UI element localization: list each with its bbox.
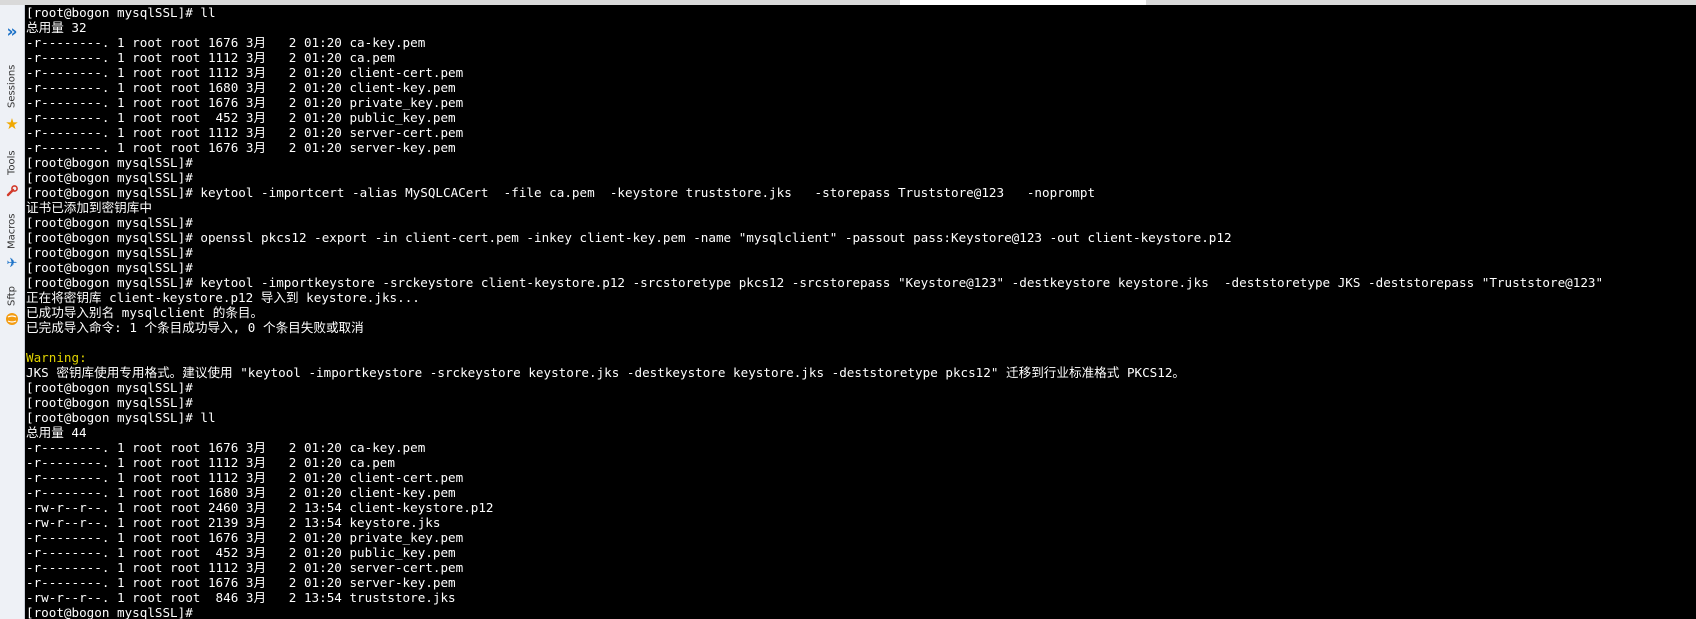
sftp-globe-icon[interactable] bbox=[0, 311, 24, 327]
side-panel: » Sessions ★ Tools Macros ✈ Sftp bbox=[0, 5, 25, 619]
prompt-line: [root@bogon mysqlSSL]# bbox=[26, 380, 193, 395]
prompt-line: [root@bogon mysqlSSL]# bbox=[26, 260, 193, 275]
output-line: -rw-r--r--. 1 root root 846 3月 2 13:54 t… bbox=[26, 590, 456, 605]
prompt-line: [root@bogon mysqlSSL]# ll bbox=[26, 5, 216, 20]
warning-line: Warning: bbox=[26, 350, 87, 365]
output-line: -r--------. 1 root root 1680 3月 2 01:20 … bbox=[26, 80, 456, 95]
output-line: 总用量 32 bbox=[26, 20, 87, 35]
output-line: -r--------. 1 root root 1112 3月 2 01:20 … bbox=[26, 560, 464, 575]
paper-plane-icon[interactable]: ✈ bbox=[0, 255, 24, 271]
tools-tab[interactable]: Tools bbox=[2, 145, 22, 181]
sftp-tab[interactable]: Sftp bbox=[2, 281, 22, 311]
output-line: 总用量 44 bbox=[26, 425, 87, 440]
output-line: -r--------. 1 root root 1112 3月 2 01:20 … bbox=[26, 50, 395, 65]
prompt-line: [root@bogon mysqlSSL]# openssl pkcs12 -e… bbox=[26, 230, 1232, 245]
output-line: 已完成导入命令: 1 个条目成功导入, 0 个条目失败或取消 bbox=[26, 320, 364, 335]
output-line: -r--------. 1 root root 1680 3月 2 01:20 … bbox=[26, 485, 456, 500]
prompt-line: [root@bogon mysqlSSL]# bbox=[26, 215, 193, 230]
prompt-line: [root@bogon mysqlSSL]# ll bbox=[26, 410, 216, 425]
output-line: -r--------. 1 root root 1676 3月 2 01:20 … bbox=[26, 35, 426, 50]
output-line: -r--------. 1 root root 1676 3月 2 01:20 … bbox=[26, 140, 456, 155]
output-line: 正在将密钥库 client-keystore.p12 导入到 keystore.… bbox=[26, 290, 420, 305]
terminal-output: [root@bogon mysqlSSL]# ll 总用量 32 -r-------… bbox=[26, 5, 1603, 619]
output-line: -r--------. 1 root root 452 3月 2 01:20 p… bbox=[26, 110, 456, 125]
output-line: -rw-r--r--. 1 root root 2460 3月 2 13:54 … bbox=[26, 500, 494, 515]
output-line: 证书已添加到密钥库中 bbox=[26, 200, 152, 215]
output-line: -r--------. 1 root root 1676 3月 2 01:20 … bbox=[26, 575, 456, 590]
output-line: -r--------. 1 root root 1112 3月 2 01:20 … bbox=[26, 455, 395, 470]
prompt-line: [root@bogon mysqlSSL]# bbox=[26, 395, 193, 410]
output-line: -rw-r--r--. 1 root root 2139 3月 2 13:54 … bbox=[26, 515, 441, 530]
output-line: -r--------. 1 root root 1676 3月 2 01:20 … bbox=[26, 440, 426, 455]
prompt-line: [root@bogon mysqlSSL]# bbox=[26, 605, 193, 619]
terminal-view[interactable]: [root@bogon mysqlSSL]# ll 总用量 32 -r-------… bbox=[25, 5, 1696, 619]
expand-panel-icon[interactable]: » bbox=[0, 21, 24, 43]
sessions-tab[interactable]: Sessions bbox=[2, 61, 22, 111]
prompt-line: [root@bogon mysqlSSL]# keytool -importce… bbox=[26, 185, 1096, 200]
output-line: -r--------. 1 root root 1676 3月 2 01:20 … bbox=[26, 95, 464, 110]
output-line: -r--------. 1 root root 1112 3月 2 01:20 … bbox=[26, 125, 464, 140]
output-line: -r--------. 1 root root 452 3月 2 01:20 p… bbox=[26, 545, 456, 560]
output-line: JKS 密钥库使用专用格式。建议使用 "keytool -importkeyst… bbox=[26, 365, 1186, 380]
macros-tab[interactable]: Macros bbox=[2, 210, 22, 252]
prompt-line: [root@bogon mysqlSSL]# bbox=[26, 170, 193, 185]
output-line: -r--------. 1 root root 1676 3月 2 01:20 … bbox=[26, 530, 464, 545]
prompt-line: [root@bogon mysqlSSL]# bbox=[26, 245, 193, 260]
prompt-line: [root@bogon mysqlSSL]# bbox=[26, 155, 193, 170]
output-line: 已成功导入别名 mysqlclient 的条目。 bbox=[26, 305, 264, 320]
output-line: -r--------. 1 root root 1112 3月 2 01:20 … bbox=[26, 470, 464, 485]
output-line: -r--------. 1 root root 1112 3月 2 01:20 … bbox=[26, 65, 464, 80]
tools-wrench-icon[interactable] bbox=[0, 183, 24, 199]
prompt-line: [root@bogon mysqlSSL]# keytool -importke… bbox=[26, 275, 1604, 290]
star-icon[interactable]: ★ bbox=[0, 115, 24, 133]
